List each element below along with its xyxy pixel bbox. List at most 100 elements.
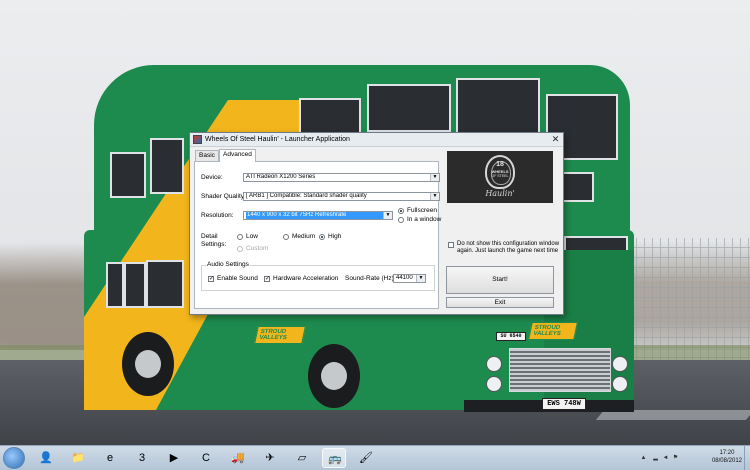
taskbar-button[interactable]: e <box>98 448 122 468</box>
clock-date: 08/08/2012 <box>711 458 742 464</box>
bus-window <box>299 98 361 136</box>
system-tray: ▲ ▂ ◄ ⚑ 17:20 08/08/2012 <box>640 446 750 470</box>
close-button[interactable]: ✕ <box>551 135 560 144</box>
bus-window <box>110 152 146 198</box>
clock[interactable]: 17:20 08/08/2012 <box>712 449 742 465</box>
livery-logo: STROUD VALLEYS <box>528 322 578 340</box>
network-icon[interactable]: ▂ <box>652 455 659 462</box>
bus-wheel <box>308 344 360 408</box>
wheel-hub <box>135 350 161 378</box>
volume-icon[interactable]: ◄ <box>662 455 669 462</box>
headlight <box>612 376 628 392</box>
app-icon <box>193 135 202 144</box>
paint-icon: 🖌 <box>359 452 373 464</box>
shader-quality-value: [ ARB1 ] Compatible: Standard shader qua… <box>246 193 367 199</box>
bus-window <box>106 262 124 308</box>
start-button-orb[interactable] <box>3 447 25 469</box>
device-label: Device: <box>201 174 223 181</box>
shader-quality-select[interactable]: [ ARB1 ] Compatible: Standard shader qua… <box>243 192 440 201</box>
show-desktop-button[interactable] <box>744 446 750 470</box>
logo-script: Haulin' <box>485 189 515 198</box>
action-center-icon[interactable]: ⚑ <box>672 455 679 462</box>
user-folder-icon: 👤 <box>39 452 53 464</box>
internet-explorer-icon: e <box>106 452 114 464</box>
explorer-folder-icon: 📁 <box>71 452 85 464</box>
resolution-label: Resolution: <box>201 212 234 219</box>
detail-high-label: High <box>328 233 342 240</box>
taskbar-button[interactable]: ✈ <box>258 448 282 468</box>
tab-advanced[interactable]: Advanced <box>219 149 256 162</box>
advanced-tab-panel: Device: ATI Radeon X1200 Series ▼ Shader… <box>194 161 442 309</box>
windowed-label: In a window <box>407 216 442 223</box>
wheel-hub <box>321 362 347 390</box>
ccleaner-icon: C <box>202 452 210 464</box>
bus-wheel <box>122 332 174 396</box>
dont-show-label-line2: again. Just launch the game next time <box>457 248 559 254</box>
detail-low-label: Low <box>246 233 258 240</box>
taskbar-button[interactable]: 3 <box>130 448 154 468</box>
chevron-down-icon: ▼ <box>430 193 439 200</box>
taskbar-button[interactable]: C <box>194 448 218 468</box>
taskbar-button[interactable]: ▶ <box>162 448 186 468</box>
fleet-number-plate: SU 6540 <box>496 332 526 341</box>
detail-low-radio[interactable] <box>237 234 243 240</box>
taskbar-button[interactable]: ▱ <box>290 448 314 468</box>
app-window-icon: ▱ <box>297 452 307 464</box>
taskbar-button[interactable]: 🖌 <box>354 448 378 468</box>
headlight <box>486 376 502 392</box>
device-value: ATI Radeon X1200 Series <box>246 174 316 180</box>
exit-button[interactable]: Exit <box>446 297 554 308</box>
detail-medium-radio[interactable] <box>283 234 289 240</box>
taskbar-button[interactable]: 📁 <box>66 448 90 468</box>
dont-show-label-line1: Do not show this configuration window <box>457 241 560 247</box>
flight-sim-icon: ✈ <box>265 452 275 464</box>
resolution-value: 1440 x 900 x 32 bit 75Hz Refreshrate <box>246 212 383 219</box>
taskbar-button[interactable]: 🚚 <box>226 448 250 468</box>
bus-window <box>367 84 451 132</box>
three-network-icon: 3 <box>138 452 146 464</box>
bus-window <box>150 138 184 194</box>
launcher-window: Wheels Of Steel Haulin' - Launcher Appli… <box>189 132 564 315</box>
hardware-acceleration-label: Hardware Acceleration <box>273 275 339 282</box>
detail-label-line2: Settings: <box>201 241 227 248</box>
logo-seal: 18 WHEELS OF STEEL <box>485 155 515 189</box>
logo-number: 18 <box>496 161 504 168</box>
window-titlebar[interactable]: Wheels Of Steel Haulin' - Launcher Appli… <box>190 133 563 147</box>
enable-sound-checkbox[interactable]: ✓ <box>208 276 214 282</box>
bus-window <box>124 262 146 308</box>
bus-window <box>456 78 540 136</box>
enable-sound-label: Enable Sound <box>217 275 258 282</box>
sound-rate-select[interactable]: 44100 ▼ <box>393 274 426 283</box>
headlight <box>486 356 502 372</box>
start-button[interactable]: Start! <box>446 266 554 294</box>
taskbar-button[interactable]: 👤 <box>34 448 58 468</box>
chevron-down-icon: ▼ <box>416 275 425 282</box>
bus-destination-window <box>562 172 594 202</box>
detail-high-radio[interactable] <box>319 234 325 240</box>
dont-show-checkbox[interactable] <box>448 242 454 248</box>
headlight <box>612 356 628 372</box>
fullscreen-radio[interactable] <box>398 208 404 214</box>
detail-medium-label: Medium <box>292 233 316 240</box>
haulin-launcher-icon: 🚌 <box>328 453 342 465</box>
chevron-down-icon: ▼ <box>383 212 392 219</box>
window-title: Wheels Of Steel Haulin' - Launcher Appli… <box>205 136 350 143</box>
windowed-radio[interactable] <box>398 217 404 223</box>
clock-time: 17:20 <box>719 450 735 456</box>
sound-rate-value: 44100 <box>396 275 413 281</box>
resolution-select[interactable]: 1440 x 900 x 32 bit 75Hz Refreshrate ▼ <box>243 211 393 220</box>
fullscreen-label: Fullscreen <box>407 207 437 214</box>
bus-grille <box>509 348 611 392</box>
chevron-down-icon: ▼ <box>430 174 439 181</box>
bus-window <box>146 260 184 308</box>
hardware-acceleration-checkbox[interactable]: ✓ <box>264 276 270 282</box>
media-player-icon: ▶ <box>169 452 179 464</box>
detail-custom-radio[interactable] <box>237 246 243 252</box>
detail-custom-label: Custom <box>246 245 269 252</box>
livery-logo: STROUD VALLEYS <box>254 326 306 344</box>
taskbar: 👤 📁 e 3 ▶ C 🚚 ✈ ▱ 🚌 🖌 ▲ ▂ ◄ ⚑ 17:20 08/08/2012 <box>0 445 750 470</box>
tray-chevron-icon[interactable]: ▲ <box>640 455 647 462</box>
device-select[interactable]: ATI Radeon X1200 Series ▼ <box>243 173 440 182</box>
taskbar-button[interactable]: 🚌 <box>322 448 346 468</box>
tab-basic[interactable]: Basic <box>195 150 219 161</box>
